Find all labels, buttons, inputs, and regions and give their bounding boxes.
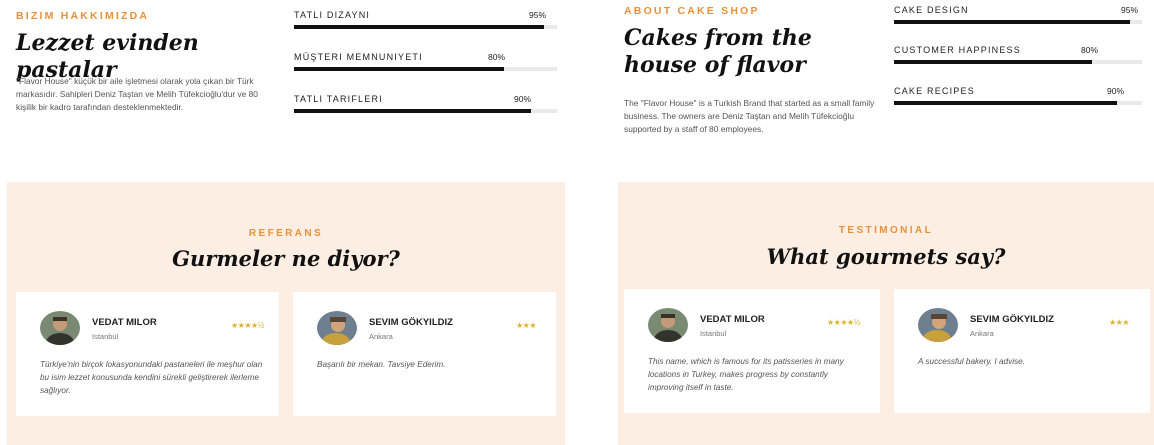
review-quote: This name, which is famous for its patis… xyxy=(648,357,844,392)
skill-bar-happiness: MÜŞTERI MEMNUNIYETI 80% xyxy=(294,52,557,72)
about-eyebrow: ABOUT CAKE SHOP xyxy=(624,5,760,17)
reviewer-location: Istanbul xyxy=(700,329,727,338)
skill-fill xyxy=(294,25,544,29)
reviewer-location: Istanbul xyxy=(92,332,119,341)
reviewer-name: VEDAT MILOR xyxy=(700,314,765,325)
about-title: Cakes from the house of flavor xyxy=(624,25,812,78)
avatar xyxy=(918,308,958,342)
rating-stars: ★★★ xyxy=(1109,318,1130,327)
avatar xyxy=(40,311,80,345)
skill-track xyxy=(294,67,557,71)
testimonial-section: TESTIMONIAL What gourmets say? VEDAT MIL… xyxy=(618,182,1154,445)
skill-track xyxy=(894,20,1142,24)
skill-percent: 90% xyxy=(514,94,532,104)
about-section-en: ABOUT CAKE SHOP Cakes from the house of … xyxy=(577,0,1154,445)
skill-fill xyxy=(894,60,1093,64)
avatar xyxy=(648,308,688,342)
skill-bar-recipes: TATLI TARIFLERI 90% xyxy=(294,94,557,114)
testimonial-eyebrow: REFERANS xyxy=(248,228,324,239)
skill-track xyxy=(294,25,557,29)
skill-track xyxy=(294,109,557,113)
skill-percent: 80% xyxy=(488,52,506,62)
avatar xyxy=(317,311,357,345)
skill-fill xyxy=(294,109,531,113)
testimonial-card: VEDAT MILOR Istanbul ★★★★½ This name, wh… xyxy=(624,289,880,413)
skill-track xyxy=(894,60,1142,64)
testimonial-card: VEDAT MILOR Istanbul ★★★★½ Türkiye'nin b… xyxy=(16,292,279,416)
skill-percent: 95% xyxy=(1121,5,1139,15)
rating-stars: ★★★ xyxy=(516,321,537,330)
testimonial-eyebrow: TESTIMONIAL xyxy=(838,225,934,236)
about-text: "Flavor House" küçük bir aile işletmesi … xyxy=(16,76,258,112)
reviewer-name: SEVIM GÖKYILDIZ xyxy=(970,314,1054,325)
rating-stars: ★★★★½ xyxy=(827,318,860,327)
skill-label: CUSTOMER HAPPINESS xyxy=(894,45,1021,55)
skill-fill xyxy=(894,101,1118,105)
skill-fill xyxy=(894,20,1130,24)
skill-bar-design: CAKE DESIGN 95% xyxy=(894,5,1142,25)
skill-fill xyxy=(294,67,505,71)
about-text: The "Flavor House" is a Turkish Brand th… xyxy=(624,98,875,134)
testimonial-section: REFERANS Gurmeler ne diyor? VEDAT MILOR … xyxy=(7,182,565,445)
skill-label: TATLI TARIFLERI xyxy=(294,94,383,104)
skill-percent: 90% xyxy=(1107,86,1125,96)
testimonial-card: SEVIM GÖKYILDIZ Ankara ★★★ A successful … xyxy=(894,289,1150,413)
rating-stars: ★★★★½ xyxy=(231,321,264,330)
skill-bar-recipes: CAKE RECIPES 90% xyxy=(894,86,1142,106)
skill-label: MÜŞTERI MEMNUNIYETI xyxy=(294,52,423,62)
skill-percent: 80% xyxy=(1081,45,1099,55)
skill-label: TATLI DIZAYNI xyxy=(294,10,371,20)
review-quote: Türkiye'nin birçok lokasyonundaki pastan… xyxy=(40,360,263,395)
testimonial-title: What gourmets say? xyxy=(766,244,1006,269)
about-eyebrow: BIZIM HAKKIMIZDA xyxy=(16,10,150,22)
skill-label: CAKE DESIGN xyxy=(894,5,969,15)
skill-label: CAKE RECIPES xyxy=(894,86,975,96)
about-section-tr: BIZIM HAKKIMIZDA Lezzet evinden pastalar… xyxy=(0,0,577,445)
skill-percent: 95% xyxy=(529,10,547,20)
reviewer-name: SEVIM GÖKYILDIZ xyxy=(369,317,453,328)
review-quote: Başarılı bir mekan. Tavsiye Ederim. xyxy=(317,360,446,369)
testimonial-card: SEVIM GÖKYILDIZ Ankara ★★★ Başarılı bir … xyxy=(293,292,556,416)
reviewer-name: VEDAT MILOR xyxy=(92,317,157,328)
skill-track xyxy=(894,101,1142,105)
review-quote: A successful bakery. I advise. xyxy=(918,357,1025,366)
testimonial-title: Gurmeler ne diyor? xyxy=(172,246,400,271)
skill-bar-happiness: CUSTOMER HAPPINESS 80% xyxy=(894,45,1142,65)
reviewer-location: Ankara xyxy=(369,332,393,341)
skill-bar-design: TATLI DIZAYNI 95% xyxy=(294,10,557,30)
reviewer-location: Ankara xyxy=(970,329,994,338)
